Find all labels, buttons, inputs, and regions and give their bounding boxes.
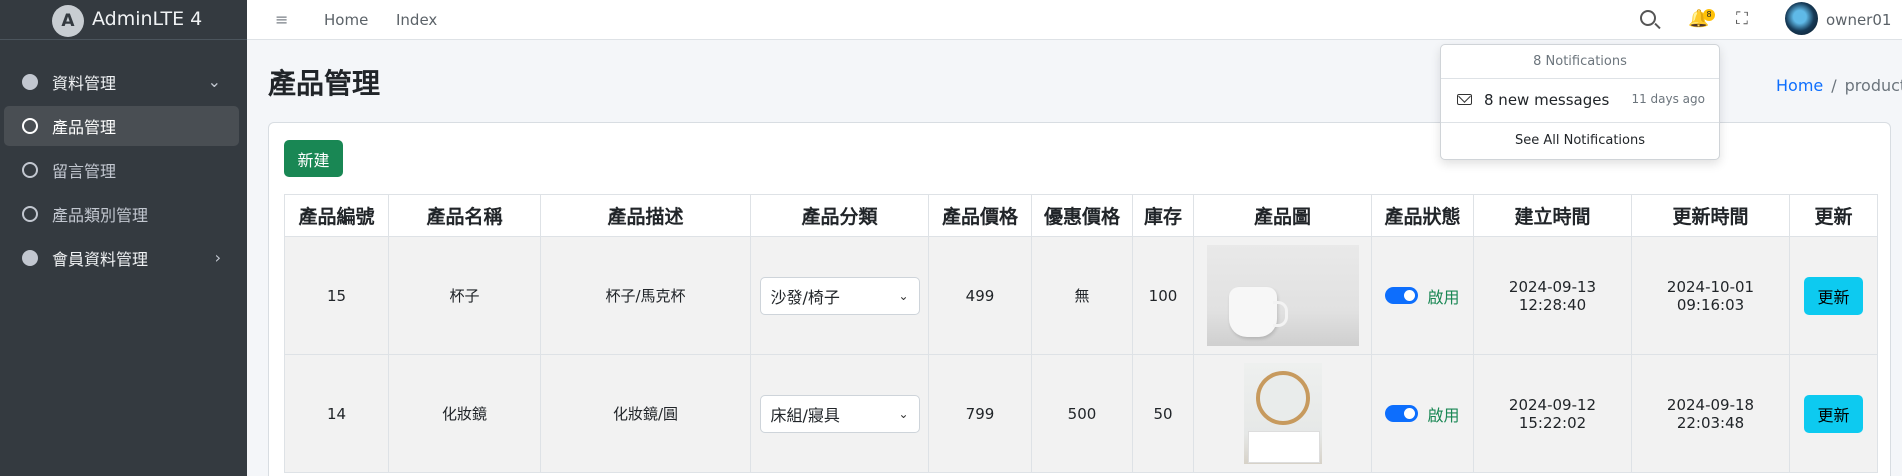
column-header: 更新: [1789, 194, 1878, 237]
new-product-button[interactable]: 新建: [284, 140, 343, 177]
sidebar-item-label: 留言管理: [52, 162, 117, 181]
brand-logo-icon: A: [52, 5, 84, 37]
table-row: 15 杯子 杯子/馬克杯 沙發/椅子 ⌄ 499 無 100 啟用 2024-0…: [284, 236, 1878, 355]
table-row: 14 化妝鏡 化妝鏡/圓 床組/寢具 ⌄ 799 500 50 啟用 2024-…: [284, 354, 1878, 473]
chevron-down-icon: ⌄: [207, 72, 221, 91]
product-image-cell: [1193, 236, 1372, 355]
chevron-down-icon: ⌄: [898, 288, 909, 303]
column-header: 產品狀態: [1371, 194, 1474, 237]
product-price: 799: [928, 354, 1032, 473]
update-cell: 更新: [1789, 354, 1878, 473]
circle-icon: [22, 206, 38, 222]
search-icon[interactable]: [1640, 10, 1656, 26]
sidebar-nav: 資料管理 ⌄ 產品管理 留言管理 產品類別管理 會員資料管理 ›: [0, 62, 247, 282]
sidebar-item-label: 產品類別管理: [52, 206, 149, 225]
product-stock: 50: [1132, 354, 1194, 473]
product-id: 14: [284, 354, 389, 473]
breadcrumb-current: product: [1844, 76, 1902, 95]
notification-text: 8 new messages: [1484, 91, 1610, 109]
notification-dropdown: 8 Notifications 8 new messages 11 days a…: [1440, 44, 1720, 160]
product-image-mirror: [1243, 363, 1322, 464]
category-select[interactable]: 床組/寢具 ⌄: [759, 394, 920, 433]
status-label: 啟用: [1427, 287, 1460, 307]
sidebar-item-category-management[interactable]: 產品類別管理: [4, 194, 239, 234]
update-button[interactable]: 更新: [1804, 276, 1863, 315]
brand-name: AdminLTE 4: [92, 8, 203, 30]
chevron-right-icon: ›: [214, 248, 221, 267]
product-sale-price: 無: [1031, 236, 1133, 355]
column-header: 庫存: [1132, 194, 1194, 237]
column-header: 更新時間: [1631, 194, 1790, 237]
sidebar-item-label: 會員資料管理: [52, 250, 149, 269]
column-header: 產品編號: [284, 194, 389, 237]
brand-link[interactable]: A AdminLTE 4: [0, 0, 247, 40]
see-all-notifications-link[interactable]: See All Notifications: [1441, 123, 1719, 159]
category-select-value: 沙發/椅子: [770, 287, 840, 307]
nav-link-index[interactable]: Index: [396, 11, 437, 29]
product-image-cup: [1206, 245, 1359, 346]
updated-time: 2024-10-01 09:16:03: [1631, 236, 1790, 355]
chevron-down-icon: ⌄: [898, 406, 909, 421]
breadcrumb: Home / product: [1776, 76, 1902, 95]
avatar[interactable]: [1785, 2, 1818, 35]
product-image-cell: [1193, 354, 1372, 473]
palette-icon: [22, 74, 38, 90]
update-cell: 更新: [1789, 236, 1878, 355]
created-time: 2024-09-12 15:22:02: [1473, 354, 1632, 473]
category-select-value: 床組/寢具: [770, 405, 840, 425]
product-status-cell: 啟用: [1371, 236, 1474, 355]
notification-header: 8 Notifications: [1441, 45, 1719, 79]
breadcrumb-home-link[interactable]: Home: [1776, 76, 1823, 95]
notification-time: 11 days ago: [1631, 92, 1705, 106]
column-header: 產品分類: [750, 194, 929, 237]
column-header: 產品圖: [1193, 194, 1372, 237]
menu-toggle-icon[interactable]: ≡: [275, 10, 288, 29]
sidebar-item-data-management[interactable]: 資料管理 ⌄: [4, 62, 239, 102]
category-cell: 床組/寢具 ⌄: [750, 354, 929, 473]
product-id: 15: [284, 236, 389, 355]
sidebar-item-label: 資料管理: [52, 74, 117, 93]
person-circle-icon: [22, 250, 38, 266]
fullscreen-icon[interactable]: ⛶: [1736, 9, 1748, 29]
notification-badge: 8: [1703, 9, 1715, 21]
envelope-icon: [1457, 94, 1472, 105]
nav-link-home[interactable]: Home: [324, 11, 368, 29]
sidebar: A AdminLTE 4 資料管理 ⌄ 產品管理 留言管理 產品類別管理 會員資…: [0, 0, 247, 476]
status-toggle[interactable]: [1385, 405, 1419, 422]
updated-time: 2024-09-18 22:03:48: [1631, 354, 1790, 473]
topbar: ≡ Home Index 🔔 8 ⛶ owner01: [247, 0, 1902, 40]
product-description: 杯子/馬克杯: [540, 236, 751, 355]
table-header-row: 產品編號 產品名稱 產品描述 產品分類 產品價格 優惠價格 庫存 產品圖 產品狀…: [284, 194, 1878, 237]
update-button[interactable]: 更新: [1804, 394, 1863, 433]
product-table: 產品編號 產品名稱 產品描述 產品分類 產品價格 優惠價格 庫存 產品圖 產品狀…: [284, 194, 1878, 473]
sidebar-item-message-management[interactable]: 留言管理: [4, 150, 239, 190]
user-name[interactable]: owner01: [1826, 11, 1891, 29]
column-header: 優惠價格: [1031, 194, 1133, 237]
sidebar-item-product-management[interactable]: 產品管理: [4, 106, 239, 146]
column-header: 產品價格: [928, 194, 1032, 237]
product-description: 化妝鏡/圓: [540, 354, 751, 473]
circle-icon: [22, 162, 38, 178]
status-toggle[interactable]: [1385, 287, 1419, 304]
column-header: 建立時間: [1473, 194, 1632, 237]
notification-item[interactable]: 8 new messages 11 days ago: [1441, 79, 1719, 123]
product-price: 499: [928, 236, 1032, 355]
column-header: 產品名稱: [388, 194, 541, 237]
status-label: 啟用: [1427, 405, 1460, 425]
breadcrumb-separator: /: [1831, 76, 1837, 95]
category-cell: 沙發/椅子 ⌄: [750, 236, 929, 355]
page-title: 產品管理: [268, 67, 381, 100]
product-name: 杯子: [388, 236, 541, 355]
product-status-cell: 啟用: [1371, 354, 1474, 473]
column-header: 產品描述: [540, 194, 751, 237]
sidebar-item-member-management[interactable]: 會員資料管理 ›: [4, 238, 239, 278]
created-time: 2024-09-13 12:28:40: [1473, 236, 1632, 355]
product-name: 化妝鏡: [388, 354, 541, 473]
circle-icon: [22, 118, 38, 134]
sidebar-item-label: 產品管理: [52, 118, 117, 137]
product-sale-price: 500: [1031, 354, 1133, 473]
product-stock: 100: [1132, 236, 1194, 355]
category-select[interactable]: 沙發/椅子 ⌄: [759, 276, 920, 315]
